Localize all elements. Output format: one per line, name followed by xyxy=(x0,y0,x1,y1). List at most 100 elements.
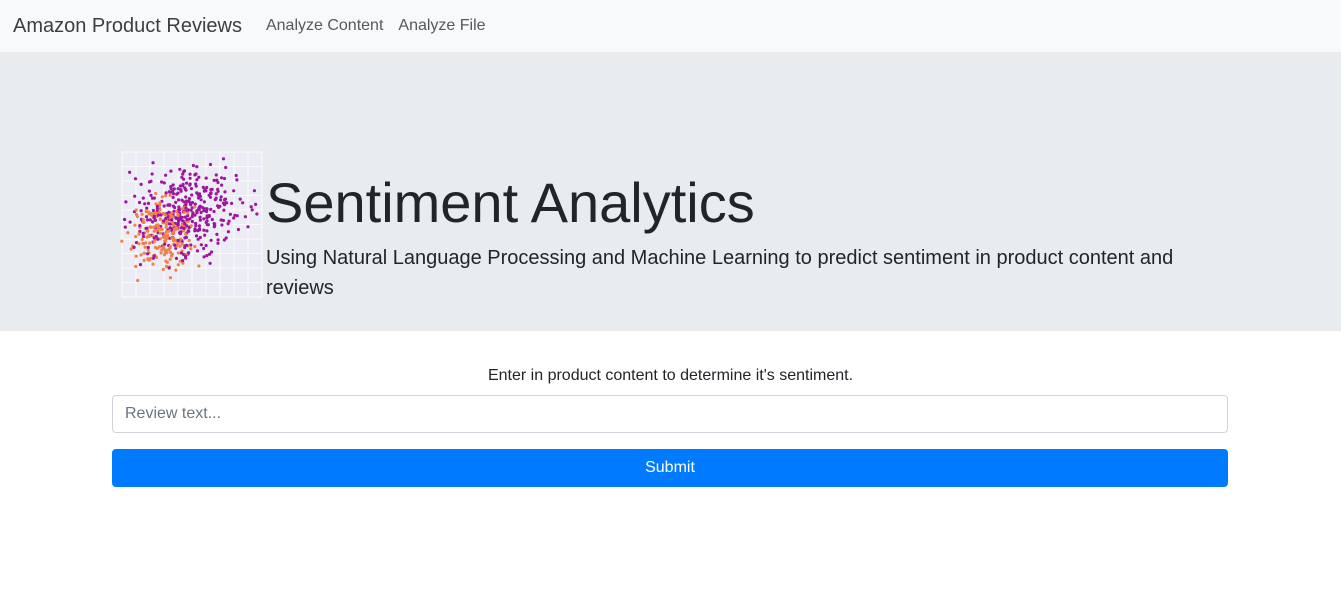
logo-dot xyxy=(163,232,167,236)
logo-dot xyxy=(133,223,137,227)
logo-dot xyxy=(193,229,197,233)
logo-dot xyxy=(150,172,154,176)
logo-dot xyxy=(202,217,206,221)
logo-dot xyxy=(147,189,151,193)
logo-dot xyxy=(182,210,186,214)
logo-dot xyxy=(209,192,213,196)
logo-dot xyxy=(164,225,168,229)
logo-dot xyxy=(194,224,198,228)
logo-dot xyxy=(148,241,152,245)
logo-dot xyxy=(158,231,162,235)
logo-dot xyxy=(190,193,194,197)
page-title: Sentiment Analytics xyxy=(266,171,755,234)
logo-dot xyxy=(173,205,177,210)
logo-dot xyxy=(181,172,185,176)
logo-dot xyxy=(184,187,188,192)
logo-dot xyxy=(204,176,208,180)
nav-link-analyze-file[interactable]: Analyze File xyxy=(398,17,485,35)
logo-dot xyxy=(152,254,156,258)
logo-dot xyxy=(144,215,149,219)
logo-dot xyxy=(142,258,146,262)
logo-dot xyxy=(207,214,211,219)
logo-dot xyxy=(164,213,168,217)
logo-dot xyxy=(137,232,141,236)
logo-dot xyxy=(179,226,183,230)
logo-dot xyxy=(172,223,176,227)
logo-dot xyxy=(158,217,162,221)
logo-dot xyxy=(162,253,166,257)
submit-button[interactable]: Submit xyxy=(112,449,1228,487)
logo-dot xyxy=(176,263,180,267)
logo-dot xyxy=(188,183,192,187)
logo-dot xyxy=(209,207,213,211)
logo-dot xyxy=(199,243,203,247)
logo-dot xyxy=(213,198,217,202)
logo-dot xyxy=(134,254,138,258)
logo-dot xyxy=(212,225,216,229)
logo-dot xyxy=(142,220,146,224)
logo-dot xyxy=(124,200,128,204)
logo-dot xyxy=(168,257,172,261)
logo-dot xyxy=(249,205,253,209)
logo-dot xyxy=(220,223,224,227)
logo-dot xyxy=(166,248,171,252)
logo-dot xyxy=(187,229,191,233)
logo-dot xyxy=(187,197,191,201)
logo-dot xyxy=(189,247,193,251)
logo-dot xyxy=(174,200,178,204)
logo-dot xyxy=(152,236,156,240)
logo-dot xyxy=(194,234,199,238)
navbar-brand[interactable]: Amazon Product Reviews xyxy=(13,15,242,38)
logo-dot xyxy=(216,241,220,245)
logo-dot xyxy=(215,232,219,236)
logo-dot xyxy=(254,202,258,206)
logo-dot xyxy=(154,191,158,196)
logo-dot xyxy=(205,253,209,258)
logo-dot xyxy=(165,235,170,239)
logo-dot xyxy=(146,245,150,250)
logo-dot xyxy=(160,180,164,184)
logo-dot xyxy=(136,278,140,283)
logo-dot xyxy=(202,255,206,259)
logo-dot xyxy=(134,208,138,212)
logo-dot xyxy=(241,201,245,205)
logo-dot xyxy=(224,236,228,240)
logo-dot xyxy=(227,219,231,223)
logo-dot xyxy=(193,173,197,177)
logo-dot xyxy=(134,235,138,239)
logo-dot xyxy=(191,163,195,168)
logo-dot xyxy=(243,215,247,219)
logo-dot xyxy=(223,197,228,201)
logo-dot xyxy=(167,210,171,214)
logo-dot xyxy=(142,242,146,246)
logo-dot xyxy=(222,208,226,212)
logo-dot xyxy=(188,217,192,221)
logo-dot xyxy=(189,202,193,206)
logo-dot xyxy=(230,201,234,205)
logo-dot xyxy=(219,198,223,202)
logo-dot xyxy=(223,190,227,194)
logo-dot xyxy=(178,167,182,171)
logo-dot xyxy=(196,237,200,241)
logo-dot xyxy=(165,260,169,264)
logo-dot xyxy=(169,169,173,173)
logo-dot xyxy=(226,230,230,234)
logo-dot xyxy=(176,213,180,217)
logo-dot xyxy=(209,238,213,242)
logo-dot xyxy=(219,195,223,199)
logo-dot xyxy=(181,182,185,186)
logo-dot xyxy=(128,220,132,224)
logo-dot xyxy=(199,210,203,215)
hero-jumbotron: Sentiment Analytics Using Natural Langua… xyxy=(0,52,1341,331)
logo-dot xyxy=(171,195,175,199)
nav-link-analyze-content[interactable]: Analyze Content xyxy=(266,17,383,35)
logo-dot xyxy=(168,193,172,197)
logo-dot xyxy=(182,177,186,181)
review-text-input[interactable] xyxy=(112,395,1228,433)
logo-dot xyxy=(139,253,143,257)
logo-dot xyxy=(153,228,157,232)
logo-dot xyxy=(222,176,227,181)
logo-dot xyxy=(234,173,238,178)
logo-dot xyxy=(151,208,155,213)
logo-dot xyxy=(140,212,144,216)
